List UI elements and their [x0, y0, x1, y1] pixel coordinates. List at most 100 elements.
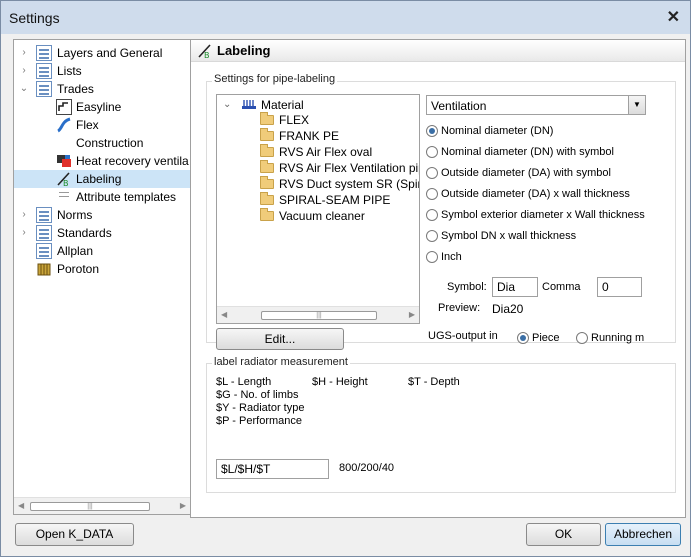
open-kdata-button[interactable]: Open K_DATA — [15, 523, 134, 546]
cancel-button[interactable]: Abbrechen — [605, 523, 681, 546]
radiator-format-input[interactable]: $L/$H/$T — [216, 459, 329, 479]
radio-button[interactable] — [426, 167, 438, 179]
folder-icon — [260, 176, 274, 189]
radio-button[interactable] — [426, 188, 438, 200]
tree-horizontal-scrollbar[interactable]: ◀ ||| ▶ — [14, 497, 190, 514]
expand-arrow-icon[interactable]: › — [18, 62, 30, 80]
scroll-thumb[interactable]: ||| — [261, 311, 377, 320]
poroton-icon — [36, 261, 52, 277]
title-bar: Settings ✕ — [1, 1, 690, 34]
radio-ugs-running-m[interactable]: Running m — [576, 330, 682, 346]
symbol-label: Symbol: — [447, 281, 487, 293]
dropdown-arrow-icon[interactable]: ▼ — [628, 96, 645, 114]
symbol-input[interactable]: Dia — [492, 277, 538, 297]
preview-label: Preview: — [438, 302, 481, 314]
tree-item-label: Flex — [76, 118, 99, 132]
collapse-arrow-icon[interactable]: ⌄ — [18, 80, 30, 98]
tree-item-heat-recovery[interactable]: Heat recovery ventila — [14, 152, 190, 170]
tree-item-label: Attribute templates — [76, 190, 177, 204]
tree-item-label: Labeling — [76, 172, 122, 186]
radiator-type-text: $Y - Radiator type — [216, 402, 305, 414]
pipe-labeling-group-label: Settings for pipe-labeling — [212, 73, 338, 85]
ok-button[interactable]: OK — [526, 523, 601, 546]
tree-item-lists[interactable]: › Lists — [14, 62, 190, 80]
radio-label: Symbol exterior diameter x Wall thicknes… — [441, 209, 645, 221]
tree-item-construction[interactable]: Construction — [14, 134, 190, 152]
svg-text:B: B — [204, 51, 210, 59]
tree-item-label: Construction — [76, 136, 144, 150]
folder-icon — [260, 128, 274, 141]
radiator-group-label: label radiator measurement — [212, 356, 350, 368]
material-icon — [241, 98, 257, 112]
tree-item-standards[interactable]: › Standards — [14, 224, 190, 242]
tree-item-poroton[interactable]: Poroton — [14, 260, 190, 278]
comma-input[interactable]: 0 — [597, 277, 642, 297]
material-horizontal-scrollbar[interactable]: ◀ ||| ▶ — [217, 306, 419, 323]
scroll-thumb[interactable]: ||| — [30, 502, 150, 511]
tree-item-layers-and-general[interactable]: › Layers and General — [14, 44, 190, 62]
material-item-label: SPIRAL-SEAM PIPE — [279, 193, 391, 207]
scroll-right-icon[interactable]: ▶ — [409, 310, 415, 319]
radio-button[interactable] — [426, 230, 438, 242]
radio-label: Nominal diameter (DN) with symbol — [441, 146, 614, 158]
radio-button[interactable] — [426, 146, 438, 158]
easyline-icon — [56, 99, 72, 115]
material-tree[interactable]: ⌄ Material FLEX FRANK PE RVS Air Flex ov… — [216, 94, 420, 324]
tree-item-trades[interactable]: ⌄ Trades — [14, 80, 190, 98]
edit-button[interactable]: Edit... — [216, 328, 344, 350]
material-item-label: RVS Air Flex Ventilation pipe — [279, 161, 420, 175]
material-item-label: FRANK PE — [279, 129, 340, 143]
heat-recovery-icon — [56, 153, 72, 169]
radiator-height-text: $H - Height — [312, 376, 368, 388]
tree-item-norms[interactable]: › Norms — [14, 206, 190, 224]
scroll-left-icon[interactable]: ◀ — [221, 310, 227, 319]
doc-icon — [36, 225, 52, 241]
radio-label: Running m — [591, 332, 645, 344]
tree-item-flex[interactable]: Flex — [14, 116, 190, 134]
pipe-type-select[interactable]: Ventilation ▼ — [426, 95, 646, 115]
expand-arrow-icon[interactable]: › — [18, 206, 30, 224]
material-item-label: RVS Air Flex oval — [279, 145, 373, 159]
settings-window: Settings ✕ › Layers and General › Lists … — [0, 0, 691, 557]
expand-arrow-icon[interactable]: › — [18, 44, 30, 62]
tree-item-label: Heat recovery ventila — [76, 154, 189, 168]
doc-icon — [36, 81, 52, 97]
tree-item-label: Allplan — [57, 244, 94, 258]
radio-button[interactable] — [426, 209, 438, 221]
close-icon[interactable]: ✕ — [667, 7, 680, 27]
comma-label: Comma — [542, 281, 581, 293]
tree-item-allplan[interactable]: Allplan — [14, 242, 190, 260]
tree-item-label: Standards — [57, 226, 112, 240]
doc-icon — [36, 45, 52, 61]
dialog-body: › Layers and General › Lists ⌄ Trades Ea… — [7, 34, 686, 552]
window-title: Settings — [9, 10, 60, 26]
scroll-right-icon[interactable]: ▶ — [180, 501, 186, 510]
tree-item-easyline[interactable]: Easyline — [14, 98, 190, 116]
panel-title: Labeling — [217, 43, 271, 58]
scroll-left-icon[interactable]: ◀ — [18, 501, 24, 510]
collapse-arrow-icon[interactable]: ⌄ — [223, 97, 231, 113]
radio-label: Inch — [441, 251, 462, 263]
attribute-icon — [56, 189, 72, 205]
material-item-label: Vacuum cleaner — [279, 209, 365, 223]
radiator-performance-text: $P - Performance — [216, 415, 303, 427]
doc-icon — [36, 207, 52, 223]
tree-item-attribute-templates[interactable]: Attribute templates — [14, 188, 190, 206]
expand-arrow-icon[interactable]: › — [18, 224, 30, 242]
tree-item-label: Poroton — [57, 262, 100, 276]
radiator-length-text: $L - Length — [216, 376, 272, 388]
tree-item-labeling[interactable]: B Labeling — [14, 170, 190, 188]
radio-label: Symbol DN x wall thickness — [441, 230, 577, 242]
doc-icon — [36, 63, 52, 79]
settings-tree[interactable]: › Layers and General › Lists ⌄ Trades Ea… — [13, 39, 191, 515]
svg-text:B: B — [63, 179, 69, 187]
radiator-limbs-text: $G - No. of limbs — [216, 389, 299, 401]
preview-value: Dia20 — [492, 302, 524, 316]
radio-button[interactable] — [517, 332, 529, 344]
folder-icon — [260, 208, 274, 221]
radio-label: Piece — [532, 332, 560, 344]
radio-button[interactable] — [576, 332, 588, 344]
radio-button[interactable] — [426, 251, 438, 263]
radio-button[interactable] — [426, 125, 438, 137]
tree-item-label: Layers and General — [57, 46, 163, 60]
